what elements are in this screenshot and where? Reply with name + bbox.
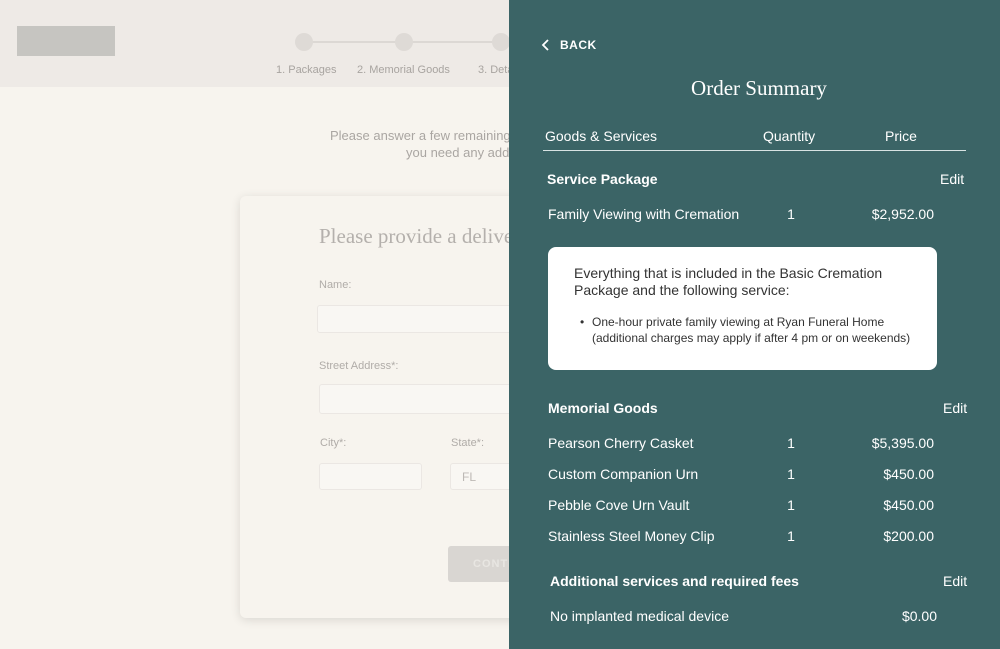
- additional-services-heading: Additional services and required fees: [550, 573, 799, 589]
- line-item-price: $450.00: [883, 466, 934, 482]
- line-item-qty: 1: [787, 497, 795, 513]
- line-item-qty: 1: [787, 466, 795, 482]
- step-dot-memorial-goods[interactable]: [395, 33, 413, 51]
- line-item-price: $200.00: [883, 528, 934, 544]
- state-value: FL: [462, 470, 477, 484]
- memorial-goods-edit-link[interactable]: Edit: [943, 400, 967, 416]
- package-description-card: Everything that is included in the Basic…: [548, 247, 937, 370]
- additional-services-edit-link[interactable]: Edit: [943, 573, 967, 589]
- name-label: Name:: [319, 279, 352, 291]
- package-description: Everything that is included in the Basic…: [574, 265, 882, 299]
- bullet-dot: •: [580, 315, 585, 329]
- header-price: Price: [885, 128, 917, 144]
- line-item-name: Family Viewing with Cremation: [548, 206, 740, 222]
- line-item-name: Custom Companion Urn: [548, 466, 699, 482]
- city-input[interactable]: [319, 463, 422, 490]
- line-item-name: Pebble Cove Urn Vault: [548, 497, 690, 513]
- street-address-label: Street Address*:: [319, 360, 399, 372]
- logo[interactable]: [17, 26, 115, 56]
- header-divider: [543, 150, 966, 151]
- street-address-input[interactable]: [319, 384, 519, 414]
- header-goods-services: Goods & Services: [545, 128, 658, 144]
- package-description-line-2: Package and the following service:: [574, 282, 790, 298]
- bullet-line-2: (additional charges may apply if after 4…: [592, 331, 911, 345]
- line-item-name: Pearson Cherry Casket: [548, 435, 694, 451]
- line-item-price: $450.00: [883, 497, 934, 513]
- state-label: State*:: [451, 437, 485, 449]
- step-dot-packages[interactable]: [295, 33, 313, 51]
- memorial-goods-heading: Memorial Goods: [548, 400, 658, 416]
- order-summary-title: Order Summary: [691, 76, 827, 100]
- step-label-packages[interactable]: 1. Packages: [276, 64, 337, 76]
- chevron-left-icon: [541, 39, 549, 51]
- order-summary-panel: BACK Order Summary Goods & Services Quan…: [509, 0, 1000, 649]
- package-description-line-1: Everything that is included in the Basic…: [574, 265, 883, 281]
- city-label: City*:: [320, 437, 347, 449]
- name-input[interactable]: [317, 305, 517, 333]
- step-label-memorial-goods[interactable]: 2. Memorial Goods: [357, 64, 450, 76]
- continue-label: CONTI: [473, 558, 513, 570]
- line-item-price: $2,952.00: [871, 206, 934, 222]
- line-item-price: $5,395.00: [871, 435, 934, 451]
- step-dot-details[interactable]: [492, 33, 510, 51]
- header-quantity: Quantity: [763, 128, 816, 144]
- service-package-edit-link[interactable]: Edit: [940, 171, 964, 187]
- line-item-qty: 1: [787, 435, 795, 451]
- service-package-heading: Service Package: [547, 171, 658, 187]
- line-item-name: Stainless Steel Money Clip: [548, 528, 715, 544]
- back-button[interactable]: BACK: [541, 38, 597, 52]
- line-item-name: No implanted medical device: [550, 608, 729, 624]
- form-title: Please provide a delive: [319, 224, 514, 248]
- line-item-qty: 1: [787, 206, 795, 222]
- line-item-qty: 1: [787, 528, 795, 544]
- back-label: BACK: [560, 38, 597, 52]
- bullet-text: One-hour private family viewing at Ryan …: [592, 314, 910, 346]
- line-item-price: $0.00: [901, 608, 937, 624]
- bullet-line-1: One-hour private family viewing at Ryan …: [592, 315, 885, 329]
